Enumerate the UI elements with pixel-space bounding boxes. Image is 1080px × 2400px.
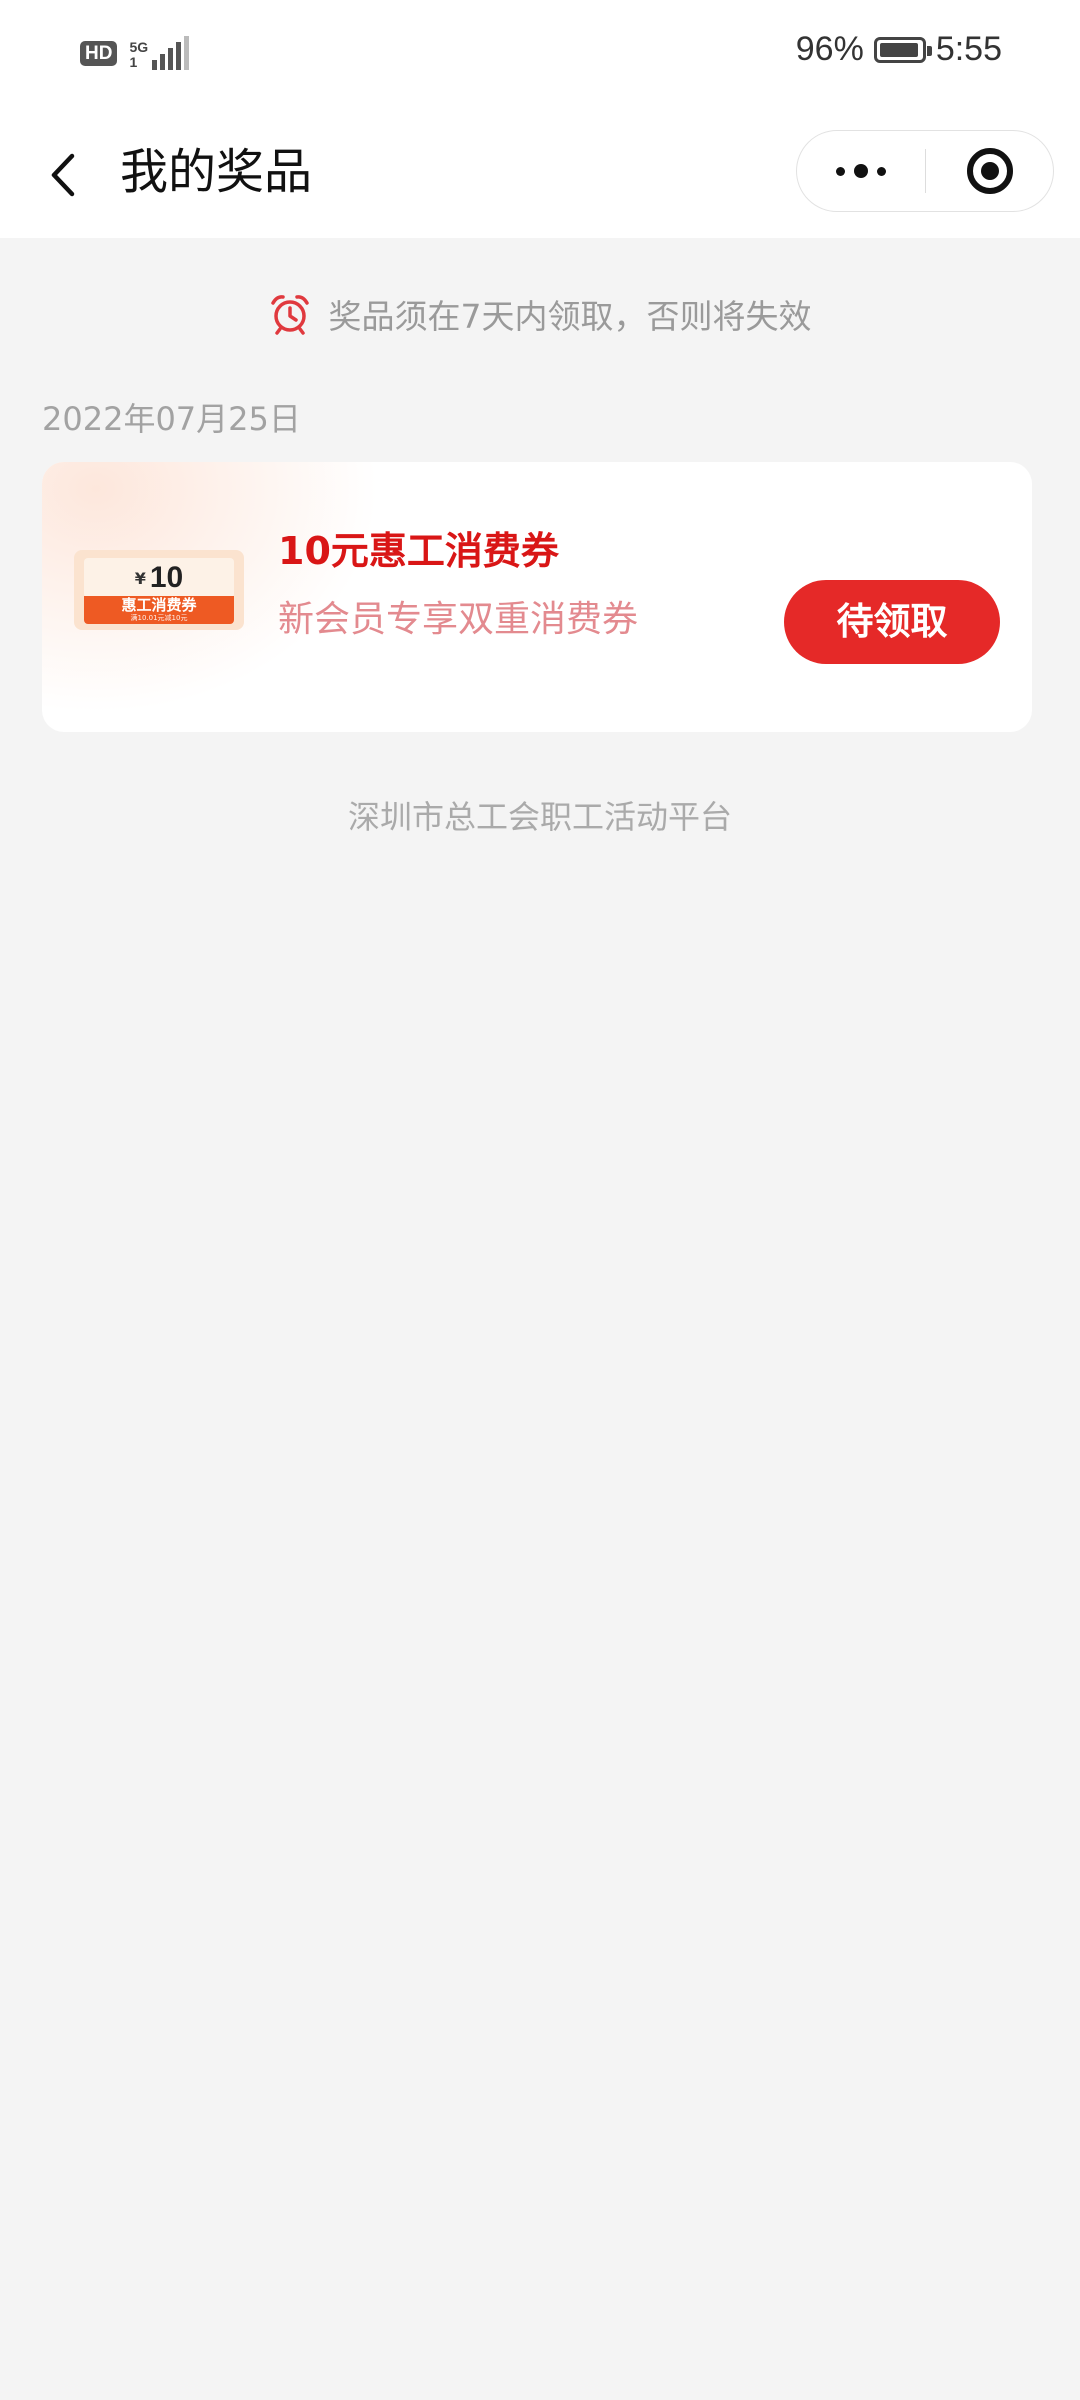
status-left: HD 5G 1: [80, 36, 190, 70]
coupon-currency: ¥: [134, 568, 146, 588]
close-mini-program-button[interactable]: [926, 131, 1054, 211]
mini-program-capsule: [796, 130, 1054, 212]
coupon-thumb-bottom: 惠工消费券 满10.01元减10元: [84, 596, 234, 624]
prize-card[interactable]: ¥ 10 惠工消费券 满10.01元减10元 10元惠工消费券 新会员专享双重消…: [42, 462, 1032, 732]
prize-name: 10元惠工消费券: [278, 529, 559, 573]
page-title: 我的奖品: [120, 144, 313, 200]
coupon-thumb-top: ¥ 10: [84, 558, 234, 598]
more-menu-button[interactable]: [797, 131, 925, 211]
signal-strength-icon: [152, 36, 190, 70]
claim-button[interactable]: 待领取: [784, 580, 1000, 664]
more-dots-icon-center: [854, 164, 868, 178]
status-bar: HD 5G 1 96% 5:55: [0, 0, 1080, 110]
navigation-bar: 我的奖品: [0, 110, 1080, 238]
coupon-thumb-label: 惠工消费券: [121, 596, 197, 614]
platform-footer: 深圳市总工会职工活动平台: [347, 798, 732, 836]
coupon-amount: 10: [149, 561, 184, 594]
target-icon: [967, 148, 1013, 194]
hd-badge: HD: [80, 40, 118, 66]
coupon-thumb-sub-label: 满10.01元减10元: [130, 614, 188, 622]
back-arrow-icon[interactable]: [44, 150, 84, 200]
prize-date-label: 2022年07月25日: [42, 400, 301, 438]
network-type: 5G 1: [129, 40, 148, 70]
status-right: 96% 5:55: [796, 30, 1002, 69]
coupon-thumbnail: ¥ 10 惠工消费券 满10.01元减10元: [74, 550, 244, 630]
alarm-clock-icon: [270, 295, 309, 335]
expiry-notice: 奖品须在7天内领取，否则将失效: [0, 290, 1080, 338]
network-label: 5G: [129, 39, 149, 55]
more-dots-icon-right: [877, 166, 886, 176]
battery-fill: [879, 42, 918, 57]
notice-text: 奖品须在7天内领取，否则将失效: [328, 297, 812, 336]
clock-time: 5:55: [935, 30, 1002, 68]
battery-icon: [873, 36, 932, 63]
network-indicator: 5G 1: [129, 36, 190, 70]
prize-description: 新会员专享双重消费券: [278, 599, 639, 640]
battery-percent: 96%: [795, 30, 864, 68]
more-dots-icon: [836, 166, 845, 176]
network-sub-label: 1: [129, 54, 138, 70]
